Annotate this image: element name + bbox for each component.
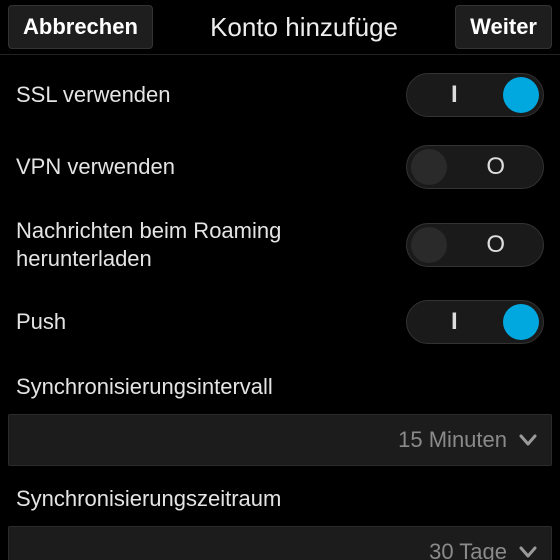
row-roaming: Nachrichten beim Roaming herunterladen O <box>0 199 560 282</box>
push-label: Push <box>16 308 66 336</box>
content: SSL verwenden I VPN verwenden O Nachrich… <box>0 55 560 560</box>
ssl-label: SSL verwenden <box>16 81 171 109</box>
vpn-label: VPN verwenden <box>16 153 175 181</box>
sync-timeframe-label: Synchronisierungszeitraum <box>0 466 560 522</box>
next-button[interactable]: Weiter <box>455 5 552 49</box>
toggle-knob <box>411 227 447 263</box>
sync-interval-select[interactable]: 15 Minuten <box>8 414 552 466</box>
sync-interval-label: Synchronisierungsintervall <box>0 354 560 410</box>
push-toggle[interactable]: I <box>406 300 544 344</box>
row-ssl: SSL verwenden I <box>0 55 560 127</box>
row-push: Push I <box>0 282 560 354</box>
row-vpn: VPN verwenden O <box>0 127 560 199</box>
toggle-knob <box>503 77 539 113</box>
roaming-toggle[interactable]: O <box>406 223 544 267</box>
vpn-toggle[interactable]: O <box>406 145 544 189</box>
ssl-toggle[interactable]: I <box>406 73 544 117</box>
toggle-knob <box>503 304 539 340</box>
chevron-down-icon <box>519 431 537 449</box>
toggle-off-glyph: O <box>486 153 505 181</box>
page-title: Konto hinzufüge <box>153 12 455 43</box>
sync-interval-value: 15 Minuten <box>398 427 507 453</box>
toggle-off-glyph: O <box>486 231 505 259</box>
toggle-knob <box>411 149 447 185</box>
toggle-on-glyph: I <box>451 308 458 336</box>
chevron-down-icon <box>519 543 537 560</box>
roaming-label: Nachrichten beim Roaming herunterladen <box>16 217 336 272</box>
toggle-on-glyph: I <box>451 81 458 109</box>
sync-timeframe-select[interactable]: 30 Tage <box>8 526 552 560</box>
cancel-button[interactable]: Abbrechen <box>8 5 153 49</box>
sync-timeframe-value: 30 Tage <box>429 539 507 560</box>
header: Abbrechen Konto hinzufüge Weiter <box>0 0 560 54</box>
